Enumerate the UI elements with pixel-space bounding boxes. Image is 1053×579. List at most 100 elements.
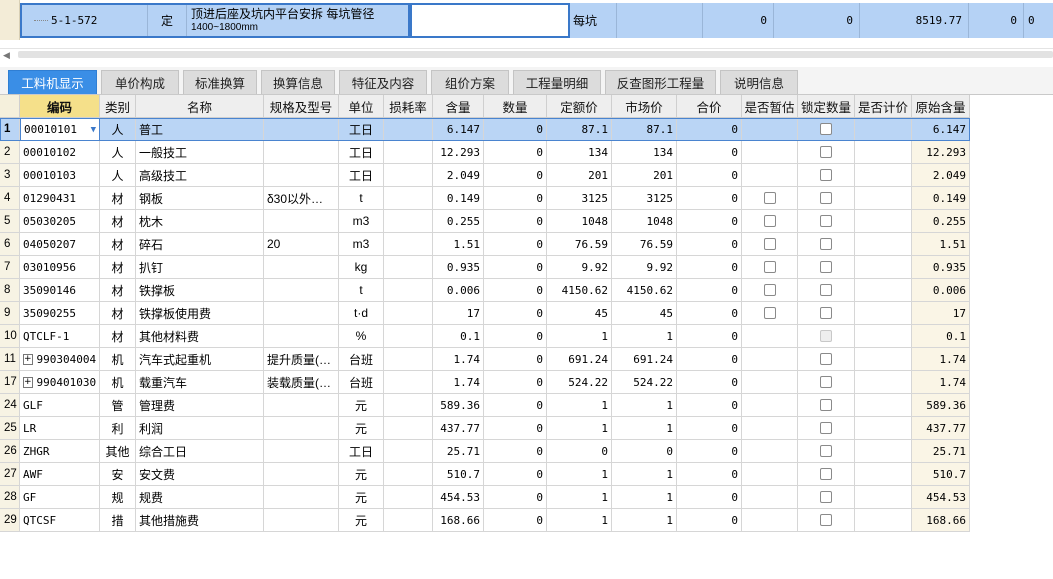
column-header-code[interactable]: 编码 bbox=[20, 95, 100, 118]
lock-cell[interactable] bbox=[798, 348, 855, 371]
quota_price-cell[interactable]: 1 bbox=[547, 463, 612, 486]
provisional-cell[interactable] bbox=[742, 371, 798, 394]
spec-cell[interactable]: 装载质量(… bbox=[264, 371, 339, 394]
count-cell[interactable] bbox=[855, 463, 912, 486]
market_price-cell[interactable]: 1 bbox=[612, 417, 677, 440]
table-row[interactable]: 6 04050207 材碎石 20 m3 1.51 0 76.59 76.59 0 1.51 bbox=[0, 233, 970, 256]
table-row[interactable]: 25 LR 利利润 元 437.77 0 1 1 0 437.77 bbox=[0, 417, 970, 440]
market_price-cell[interactable]: 134 bbox=[612, 141, 677, 164]
expand-icon[interactable]: + bbox=[23, 353, 33, 365]
orig-cell[interactable]: 0.006 bbox=[912, 279, 970, 302]
orig-cell[interactable]: 510.7 bbox=[912, 463, 970, 486]
quota-value-cell[interactable]: 0 bbox=[969, 3, 1024, 38]
quota_price-cell[interactable]: 45 bbox=[547, 302, 612, 325]
type-cell[interactable]: 机 bbox=[100, 371, 136, 394]
market_price-cell[interactable]: 87.1 bbox=[612, 118, 677, 141]
content-cell[interactable]: 437.77 bbox=[433, 417, 484, 440]
loss-cell[interactable] bbox=[384, 463, 433, 486]
unit-cell[interactable]: t bbox=[339, 279, 384, 302]
table-row[interactable]: 3 00010103 人高级技工 工日 2.049 0 201 201 0 2.049 bbox=[0, 164, 970, 187]
spec-cell[interactable] bbox=[264, 164, 339, 187]
count-cell[interactable] bbox=[855, 210, 912, 233]
type-cell[interactable]: 人 bbox=[100, 164, 136, 187]
quota-name-cell[interactable]: 顶进后座及坑内平台安拆 每坑管径 1400~1800mm bbox=[187, 3, 410, 38]
content-cell[interactable]: 12.293 bbox=[433, 141, 484, 164]
unit-cell[interactable]: % bbox=[339, 325, 384, 348]
type-cell[interactable]: 措 bbox=[100, 509, 136, 532]
loss-cell[interactable] bbox=[384, 486, 433, 509]
lock-qty-checkbox[interactable] bbox=[820, 491, 832, 503]
qty-cell[interactable]: 0 bbox=[484, 394, 547, 417]
column-header-content[interactable]: 含量 bbox=[433, 95, 484, 118]
content-cell[interactable]: 510.7 bbox=[433, 463, 484, 486]
lock-cell[interactable] bbox=[798, 141, 855, 164]
loss-cell[interactable] bbox=[384, 210, 433, 233]
table-row[interactable]: 10 QTCLF-1 材其他材料费% 0.1 0 1 1 0 0.1 bbox=[0, 325, 970, 348]
qty-cell[interactable]: 0 bbox=[484, 164, 547, 187]
provisional-cell[interactable] bbox=[742, 486, 798, 509]
quota_price-cell[interactable]: 1 bbox=[547, 325, 612, 348]
loss-cell[interactable] bbox=[384, 141, 433, 164]
content-cell[interactable]: 1.51 bbox=[433, 233, 484, 256]
dropdown-arrow-icon[interactable]: ▼ bbox=[91, 125, 96, 135]
unit-cell[interactable]: m3 bbox=[339, 210, 384, 233]
column-header-market-price[interactable]: 市场价 bbox=[612, 95, 677, 118]
orig-cell[interactable]: 1.74 bbox=[912, 348, 970, 371]
orig-cell[interactable]: 17 bbox=[912, 302, 970, 325]
orig-cell[interactable]: 454.53 bbox=[912, 486, 970, 509]
loss-cell[interactable] bbox=[384, 302, 433, 325]
quota_price-cell[interactable]: 201 bbox=[547, 164, 612, 187]
quota_price-cell[interactable]: 0 bbox=[547, 440, 612, 463]
qty-cell[interactable]: 0 bbox=[484, 325, 547, 348]
provisional-cell[interactable] bbox=[742, 463, 798, 486]
name-cell[interactable]: 扒钉 bbox=[136, 256, 264, 279]
qty-cell[interactable]: 0 bbox=[484, 509, 547, 532]
content-cell[interactable]: 454.53 bbox=[433, 486, 484, 509]
total-cell[interactable]: 0 bbox=[677, 394, 742, 417]
content-cell[interactable]: 168.66 bbox=[433, 509, 484, 532]
lock-qty-checkbox[interactable] bbox=[820, 307, 832, 319]
qty-cell[interactable]: 0 bbox=[484, 463, 547, 486]
type-cell[interactable]: 材 bbox=[100, 256, 136, 279]
unit-cell[interactable]: 台班 bbox=[339, 371, 384, 394]
spec-cell[interactable] bbox=[264, 440, 339, 463]
spec-cell[interactable] bbox=[264, 417, 339, 440]
orig-cell[interactable]: 0.149 bbox=[912, 187, 970, 210]
qty-cell[interactable]: 0 bbox=[484, 302, 547, 325]
loss-cell[interactable] bbox=[384, 371, 433, 394]
count-cell[interactable] bbox=[855, 371, 912, 394]
name-cell[interactable]: 其他材料费 bbox=[136, 325, 264, 348]
lock-qty-checkbox[interactable] bbox=[820, 192, 832, 204]
spec-cell[interactable] bbox=[264, 279, 339, 302]
tab-1[interactable]: 工料机显示 bbox=[8, 70, 97, 94]
count-cell[interactable] bbox=[855, 509, 912, 532]
lock-cell[interactable] bbox=[798, 164, 855, 187]
table-row[interactable]: 29 QTCSF 措其他措施费 元 168.66 0 1 1 0 168.66 bbox=[0, 509, 970, 532]
orig-cell[interactable]: 0.935 bbox=[912, 256, 970, 279]
content-cell[interactable]: 2.049 bbox=[433, 164, 484, 187]
unit-cell[interactable]: 元 bbox=[339, 463, 384, 486]
market_price-cell[interactable]: 1 bbox=[612, 486, 677, 509]
quota_price-cell[interactable]: 1 bbox=[547, 417, 612, 440]
code-cell[interactable]: 03010956 bbox=[20, 256, 100, 279]
count-cell[interactable] bbox=[855, 279, 912, 302]
total-cell[interactable]: 0 bbox=[677, 279, 742, 302]
type-cell[interactable]: 其他 bbox=[100, 440, 136, 463]
provisional-checkbox[interactable] bbox=[763, 284, 776, 296]
qty-cell[interactable]: 0 bbox=[484, 187, 547, 210]
count-cell[interactable] bbox=[855, 417, 912, 440]
provisional-cell[interactable] bbox=[742, 348, 798, 371]
table-row[interactable]: 7 03010956 材扒钉 kg 0.935 0 9.92 9.92 0 0.935 bbox=[0, 256, 970, 279]
lock-qty-checkbox[interactable] bbox=[820, 376, 832, 388]
orig-cell[interactable]: 12.293 bbox=[912, 141, 970, 164]
code-cell[interactable]: 00010102 bbox=[20, 141, 100, 164]
total-cell[interactable]: 0 bbox=[677, 164, 742, 187]
total-cell[interactable]: 0 bbox=[677, 256, 742, 279]
lock-cell[interactable] bbox=[798, 279, 855, 302]
lock-cell[interactable] bbox=[798, 463, 855, 486]
table-row[interactable]: 26 ZHGR 其他 综合工日 工日 25.71 0 0 0 0 25.71 bbox=[0, 440, 970, 463]
spec-cell[interactable] bbox=[264, 302, 339, 325]
lock-qty-checkbox[interactable] bbox=[820, 399, 832, 411]
total-cell[interactable]: 0 bbox=[677, 348, 742, 371]
tab-2[interactable]: 单价构成 bbox=[101, 70, 179, 94]
